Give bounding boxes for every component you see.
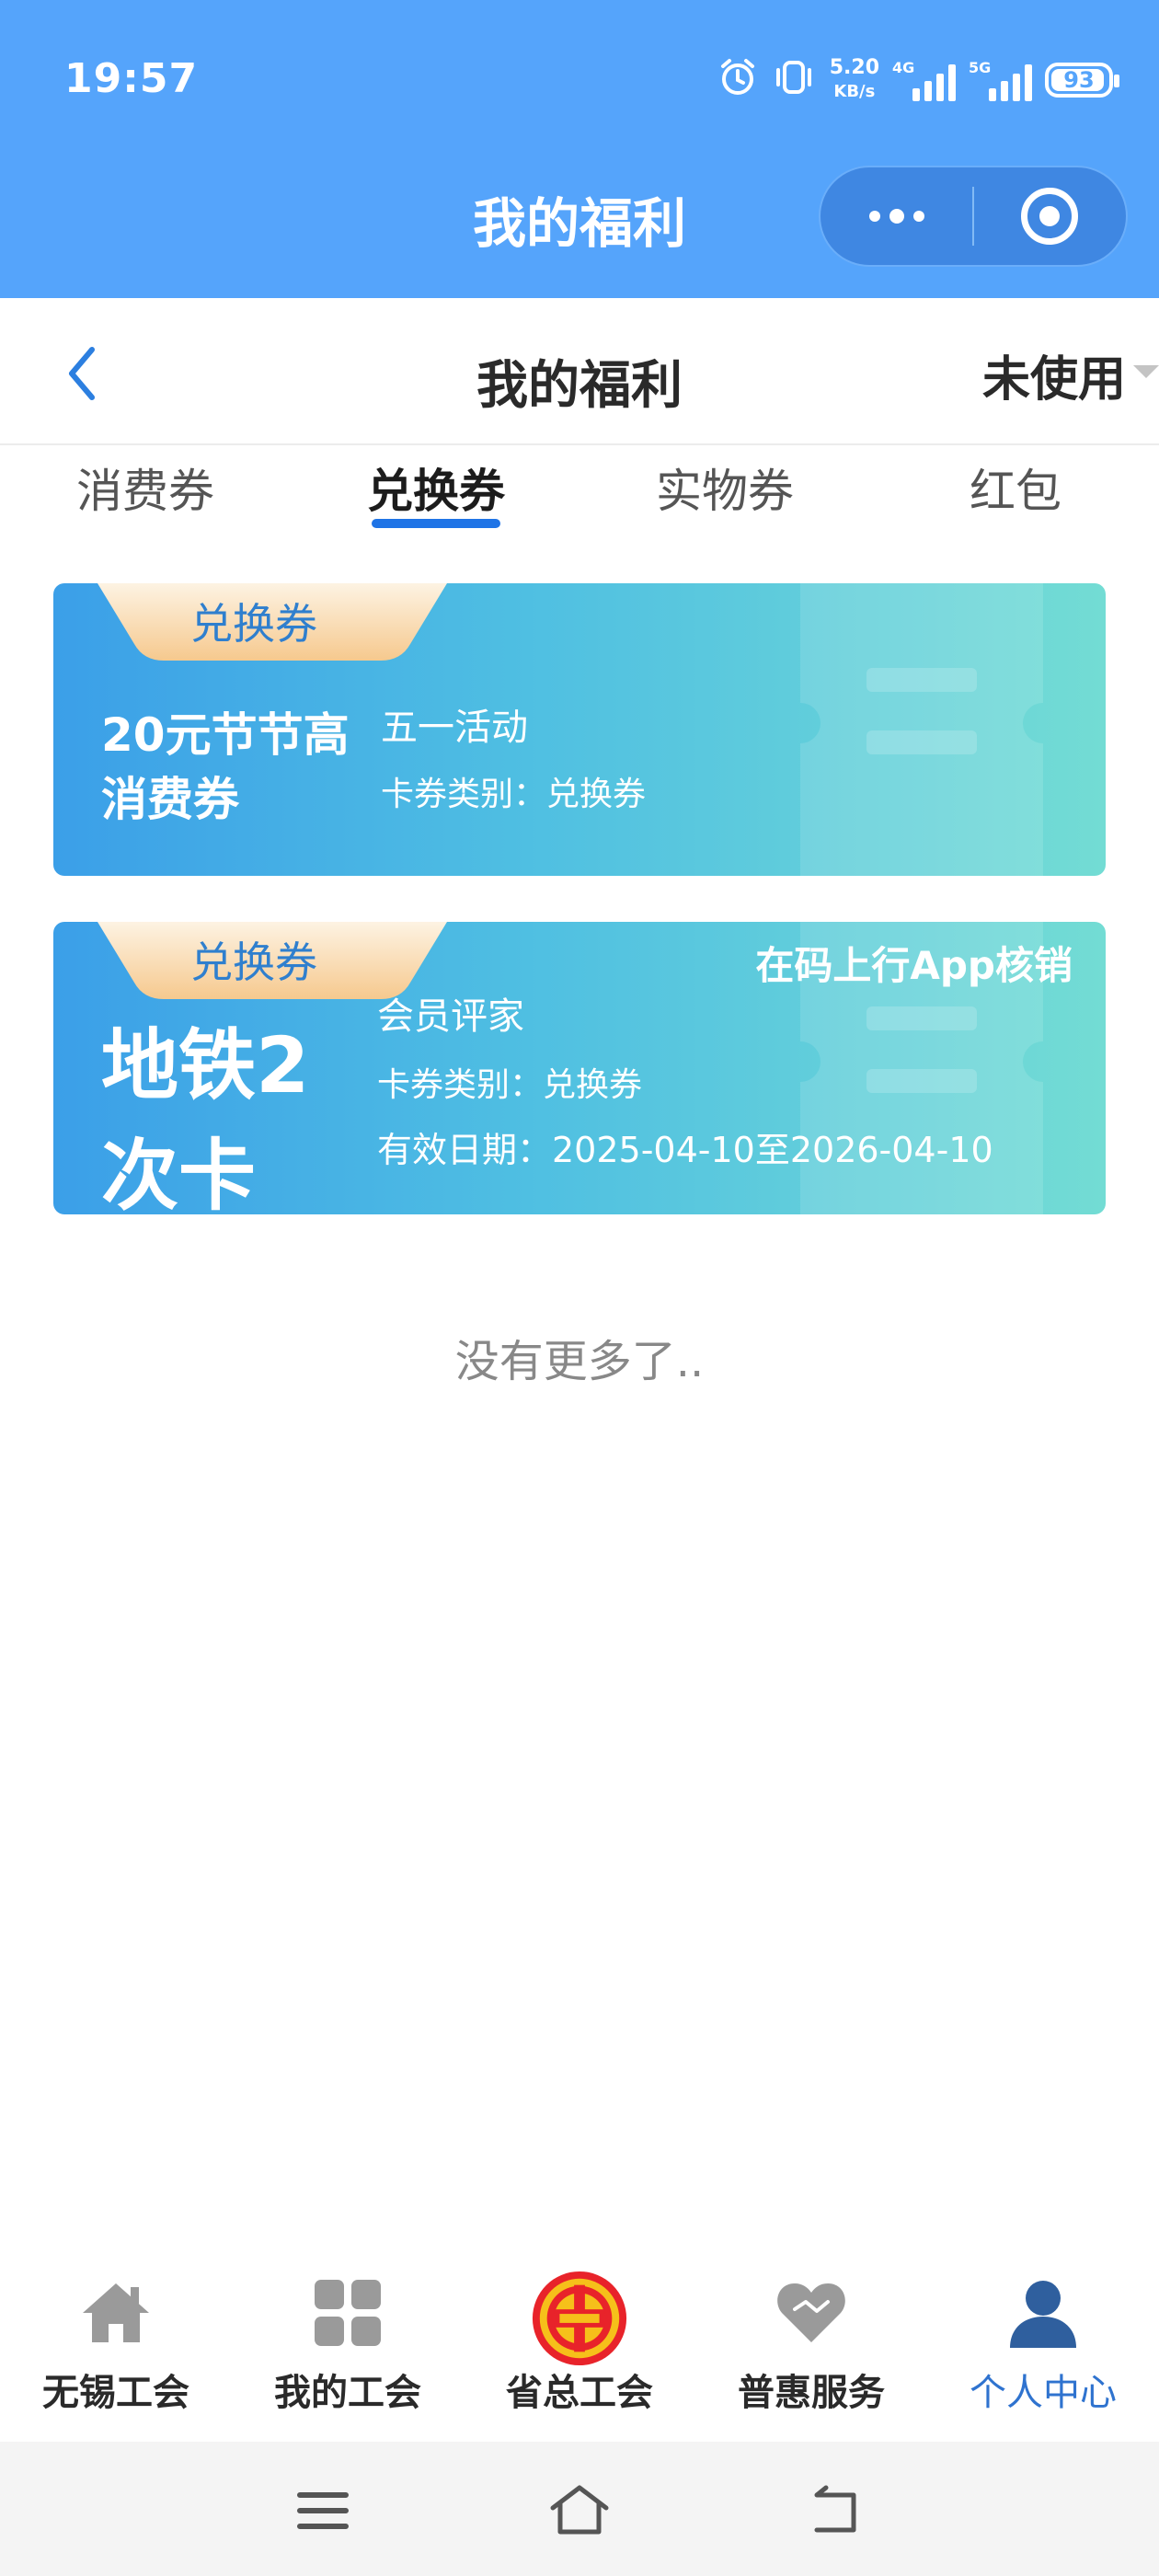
coupon-validity: 有效日期：2025-04-10至2026-04-10 [377, 1130, 993, 1170]
coupon-name: 地铁2次卡 [101, 1020, 310, 1214]
status-filter-value: 未使用 [981, 352, 1126, 408]
vibrate-icon [771, 57, 817, 104]
tabbar-label: 省总工会 [506, 2372, 653, 2414]
status-filter-dropdown[interactable]: 未使用 [982, 340, 1159, 409]
home-outline-icon [550, 2485, 609, 2535]
signal-4g-label: 4G [892, 59, 915, 76]
person-icon [1010, 2281, 1076, 2348]
redeem-location-note: 在码上行App核销 [755, 943, 1073, 988]
net-speed: 5.20 KB/s [830, 56, 879, 104]
coupon-activity: 会员评家 [377, 995, 524, 1038]
list-end-text: 没有更多了.. [454, 1336, 705, 1387]
tabbar-item-my-union[interactable]: 我的工会 [232, 2245, 464, 2442]
coupon-category: 卡券类别：兑换券 [377, 1066, 643, 1104]
chevron-down-icon [1133, 364, 1159, 378]
tab-consumption-coupon[interactable]: 消费券 [35, 454, 256, 521]
home-icon [83, 2283, 149, 2342]
home-button[interactable] [547, 2478, 612, 2543]
heart-icon [777, 2283, 845, 2342]
tab-exchange-coupon[interactable]: 兑换券 [326, 454, 546, 521]
menu-icon [297, 2492, 349, 2529]
coupon-activity: 五一活动 [381, 707, 528, 749]
grid-icon [315, 2280, 381, 2346]
coupon-tag-label: 兑换券 [190, 599, 317, 649]
tab-red-envelope[interactable]: 红包 [905, 454, 1126, 521]
net-speed-value: 5.20 [829, 56, 879, 79]
tabbar-label: 无锡工会 [42, 2372, 189, 2414]
net-speed-unit: KB/s [833, 82, 876, 101]
coupon-card[interactable]: 兑换券 20元节节高消费券 五一活动 卡券类别：兑换券 [53, 583, 1106, 876]
coupon-card[interactable]: 兑换券 在码上行App核销 地铁2次卡 会员评家 卡券类别：兑换券 有效日期：2… [53, 922, 1106, 1214]
signal-5g-label: 5G [969, 59, 992, 76]
tabbar-item-benefit-service[interactable]: 普惠服务 [695, 2245, 927, 2442]
coupon-tag-label: 兑换券 [190, 937, 317, 987]
page-navbar: 我的福利 未使用 [0, 298, 1159, 445]
coupon-category: 卡券类别：兑换券 [381, 776, 647, 813]
system-navigation-bar [0, 2442, 1159, 2576]
app-header: 19:57 5.20 KB/s 4G 5G 93 我的福利 [0, 0, 1159, 298]
back-system-button[interactable] [804, 2478, 868, 2543]
ticket-watermark-icon [800, 583, 1043, 876]
close-mini-program-button[interactable] [974, 167, 1126, 265]
signal-5g-icon: 5G [969, 59, 1032, 101]
tabbar-item-personal-center[interactable]: 个人中心 [927, 2245, 1159, 2442]
tabbar-item-provincial-union[interactable]: 省总工会 [464, 2245, 695, 2442]
bottom-tab-bar: 无锡工会 我的工会 省总工会 普惠服务 个人中心 [0, 2245, 1159, 2442]
active-tab-indicator [372, 519, 500, 528]
target-icon [1021, 188, 1079, 245]
status-time: 19:57 [64, 55, 199, 102]
status-icons: 5.20 KB/s 4G 5G 93 [717, 48, 1119, 112]
union-emblem-icon [532, 2271, 627, 2366]
more-options-button[interactable] [820, 167, 972, 265]
battery-icon: 93 [1045, 63, 1119, 98]
recent-apps-button[interactable] [291, 2478, 355, 2543]
battery-level: 93 [1063, 67, 1095, 93]
tabbar-label: 个人中心 [970, 2372, 1117, 2414]
coupon-type-tabs: 消费券 兑换券 实物券 红包 [0, 445, 1159, 537]
signal-4g-icon: 4G [892, 59, 956, 101]
tabbar-label: 普惠服务 [738, 2372, 885, 2414]
alarm-icon [717, 57, 758, 104]
tabbar-label: 我的工会 [274, 2372, 421, 2414]
back-arrow-icon [814, 2485, 856, 2533]
mini-program-capsule [819, 166, 1128, 267]
coupon-name: 20元节节高消费券 [101, 708, 350, 826]
tab-physical-coupon[interactable]: 实物券 [614, 454, 835, 521]
tabbar-item-wuxi-union[interactable]: 无锡工会 [0, 2245, 232, 2442]
